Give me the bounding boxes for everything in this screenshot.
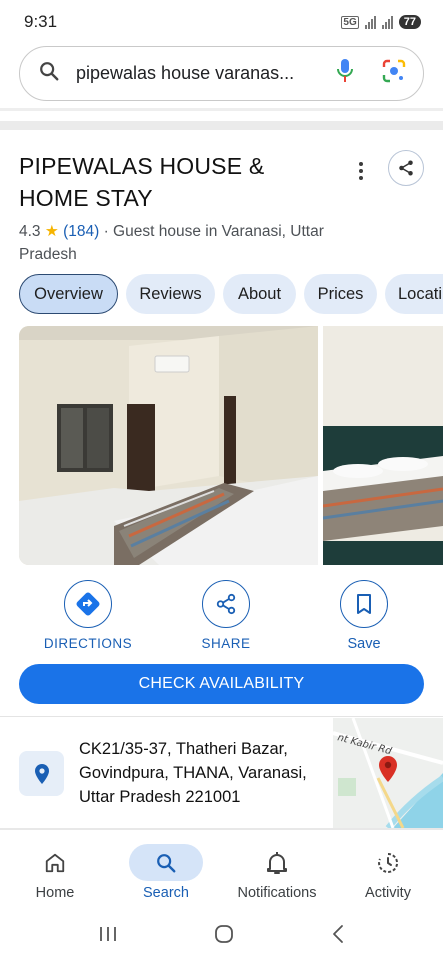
star-icon: ★ bbox=[44, 223, 59, 240]
battery-icon: 77 bbox=[398, 15, 421, 29]
status-bar: 9:31 5G 77 bbox=[0, 0, 443, 44]
system-navigation-bar bbox=[0, 912, 443, 960]
signal-icon bbox=[364, 15, 376, 29]
rating-value: 4.3 bbox=[19, 223, 41, 240]
review-count-link[interactable]: (184) bbox=[63, 223, 99, 240]
directions-label: DIRECTIONS bbox=[43, 636, 133, 651]
nav-activity-label: Activity bbox=[365, 885, 411, 901]
save-label: Save bbox=[347, 636, 381, 652]
status-icons: 5G 77 bbox=[341, 15, 421, 29]
room-photo-main[interactable] bbox=[19, 326, 318, 565]
location-pin-icon bbox=[19, 751, 64, 796]
search-bar[interactable]: pipewalas house varanas... bbox=[19, 46, 424, 101]
search-icon[interactable] bbox=[38, 60, 60, 87]
tab-reviews[interactable]: Reviews bbox=[126, 274, 215, 314]
home-icon bbox=[0, 844, 110, 881]
back-icon[interactable] bbox=[330, 923, 346, 950]
divider bbox=[0, 108, 443, 111]
home-system-icon[interactable] bbox=[213, 923, 235, 950]
activity-icon bbox=[333, 844, 443, 881]
microphone-icon[interactable] bbox=[335, 58, 355, 89]
place-title: PIPEWALAS HOUSE & HOME STAY bbox=[19, 153, 265, 211]
nav-notifications-label: Notifications bbox=[237, 885, 317, 901]
google-lens-icon[interactable] bbox=[381, 58, 407, 89]
tab-bar: Overview Reviews About Prices Locati bbox=[19, 274, 443, 314]
recent-apps-icon[interactable] bbox=[97, 924, 119, 949]
bell-icon bbox=[222, 844, 332, 881]
divider bbox=[0, 716, 443, 717]
tab-overview[interactable]: Overview bbox=[19, 274, 118, 314]
share-icon bbox=[202, 580, 250, 628]
bottom-navigation: Home Search Notifications Activity bbox=[0, 830, 443, 912]
bookmark-icon bbox=[340, 580, 388, 628]
room-photo-second[interactable] bbox=[323, 326, 443, 565]
section-divider bbox=[0, 121, 443, 130]
more-options-icon[interactable] bbox=[352, 160, 370, 182]
search-nav-icon bbox=[129, 844, 203, 881]
nav-home-label: Home bbox=[35, 885, 75, 901]
address-text[interactable]: CK21/35-37, Thatheri Bazar, Govindpura, … bbox=[79, 737, 329, 809]
tab-location[interactable]: Locati bbox=[385, 274, 443, 314]
check-availability-button[interactable]: CHECK AVAILABILITY bbox=[19, 664, 424, 704]
search-query[interactable]: pipewalas house varanas... bbox=[76, 63, 325, 84]
share-button[interactable]: SHARE bbox=[176, 580, 276, 651]
nav-search[interactable]: Search bbox=[111, 844, 221, 901]
network-type: 5G bbox=[341, 15, 359, 29]
signal-icon-2 bbox=[381, 15, 393, 29]
directions-button[interactable]: DIRECTIONS bbox=[38, 580, 138, 651]
share-label: SHARE bbox=[201, 636, 251, 651]
tab-prices[interactable]: Prices bbox=[304, 274, 377, 314]
nav-home[interactable]: Home bbox=[0, 844, 110, 901]
tab-about[interactable]: About bbox=[223, 274, 296, 314]
nav-activity[interactable]: Activity bbox=[333, 844, 443, 901]
nav-search-label: Search bbox=[143, 885, 189, 901]
save-button[interactable]: Save bbox=[314, 580, 414, 652]
directions-icon bbox=[64, 580, 112, 628]
nav-notifications[interactable]: Notifications bbox=[222, 844, 332, 901]
share-icon-button[interactable] bbox=[388, 150, 424, 186]
mini-map[interactable]: nt Kabir Rd bbox=[333, 718, 443, 828]
rating-line: 4.3 ★ (184) · Guest house in Varanasi, U… bbox=[19, 220, 349, 266]
status-time: 9:31 bbox=[24, 12, 58, 31]
